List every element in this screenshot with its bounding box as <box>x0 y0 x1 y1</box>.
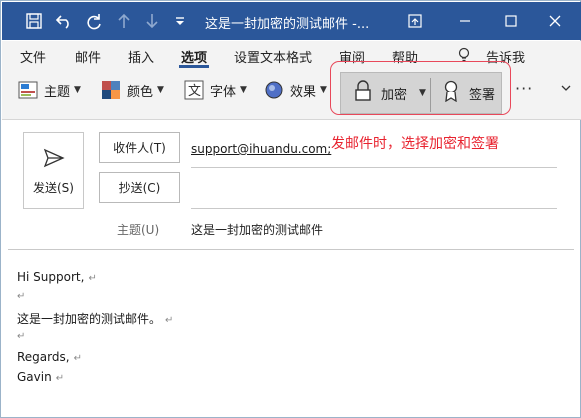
title-bar: 这是一封加密的测试邮件 -... <box>2 2 581 40</box>
body-regards[interactable]: Regards, ↵ <box>17 350 82 364</box>
effects-icon <box>264 80 284 100</box>
theme-icon <box>18 80 38 100</box>
up-arrow-icon[interactable] <box>114 11 134 31</box>
to-field[interactable]: support@ihuandu.com; <box>191 142 331 156</box>
effects-button[interactable]: 效果 ▼ <box>264 79 327 101</box>
paragraph-mark: ↵ <box>17 291 26 302</box>
subject-field[interactable]: 这是一封加密的测试邮件 <box>191 221 323 238</box>
collapse-ribbon-icon[interactable] <box>559 81 573 95</box>
body-line-1[interactable]: 这是一封加密的测试邮件。 ↵ <box>17 310 173 327</box>
tab-file[interactable]: 文件 <box>20 47 46 66</box>
save-icon[interactable] <box>24 11 44 31</box>
fonts-label: 字体 <box>210 84 237 100</box>
cc-field-underline[interactable] <box>191 208 557 209</box>
svg-text:文: 文 <box>188 84 201 99</box>
paragraph-mark: ↵ <box>17 331 26 342</box>
send-button[interactable]: 发送(S) <box>23 132 84 209</box>
minimize-icon[interactable] <box>450 8 480 34</box>
outlook-compose-window: 这是一封加密的测试邮件 -... 文件 邮件 插入 选项 设置文本格式 审阅 帮… <box>0 0 581 418</box>
more-commands-button[interactable]: ··· <box>515 79 533 98</box>
chevron-down-icon: ▼ <box>240 85 247 95</box>
paragraph-mark: ↵ <box>165 315 174 326</box>
active-tab-indicator <box>179 65 209 68</box>
fonts-icon: 文 <box>184 80 204 100</box>
customize-dropdown-icon[interactable] <box>170 11 190 31</box>
header-divider <box>8 249 574 250</box>
chevron-down-icon: ▼ <box>74 85 81 95</box>
paragraph-mark: ↵ <box>55 373 65 384</box>
paragraph-mark: ↵ <box>73 353 82 364</box>
colors-icon <box>101 80 121 100</box>
colors-label: 颜色 <box>127 84 154 100</box>
greeting-text: Hi Support, <box>17 270 85 284</box>
maximize-icon[interactable] <box>496 8 526 34</box>
theme-label: 主题 <box>44 84 71 100</box>
body-greeting[interactable]: Hi Support, ↵ <box>17 270 97 284</box>
down-arrow-icon[interactable] <box>142 11 162 31</box>
subject-label: 主题(U) <box>117 223 160 237</box>
body-signature[interactable]: Gavin ↵ <box>17 370 64 384</box>
signature-name: Gavin <box>17 370 52 384</box>
send-icon <box>43 148 65 168</box>
regards-text: Regards, <box>17 350 70 364</box>
window-title: 这是一封加密的测试邮件 -... <box>205 17 370 32</box>
effects-label: 效果 <box>290 84 317 100</box>
to-field-underline <box>191 167 557 168</box>
chevron-down-icon: ▼ <box>320 85 327 95</box>
tab-options[interactable]: 选项 <box>181 47 207 66</box>
paragraph-mark: ↵ <box>88 273 97 284</box>
close-icon[interactable] <box>540 8 570 34</box>
body-text: 这是一封加密的测试邮件。 <box>17 312 162 326</box>
ribbon-display-options-icon[interactable] <box>400 8 430 34</box>
cc-button[interactable]: 抄送(C) <box>99 172 180 203</box>
tab-message[interactable]: 邮件 <box>75 47 101 66</box>
theme-button[interactable]: 主题 ▼ <box>18 79 81 101</box>
redo-icon[interactable] <box>84 11 104 31</box>
fonts-button[interactable]: 文 字体 ▼ <box>184 79 247 101</box>
tab-format-text[interactable]: 设置文本格式 <box>234 47 312 66</box>
tab-insert[interactable]: 插入 <box>128 47 154 66</box>
highlight-annotation-ring <box>330 61 511 115</box>
annotation-text: 发邮件时，选择加密和签署 <box>331 136 499 152</box>
undo-icon[interactable] <box>54 11 74 31</box>
to-button[interactable]: 收件人(T) <box>99 132 180 163</box>
colors-button[interactable]: 颜色 ▼ <box>101 79 164 101</box>
send-label: 发送(S) <box>33 181 74 195</box>
chevron-down-icon: ▼ <box>157 85 164 95</box>
